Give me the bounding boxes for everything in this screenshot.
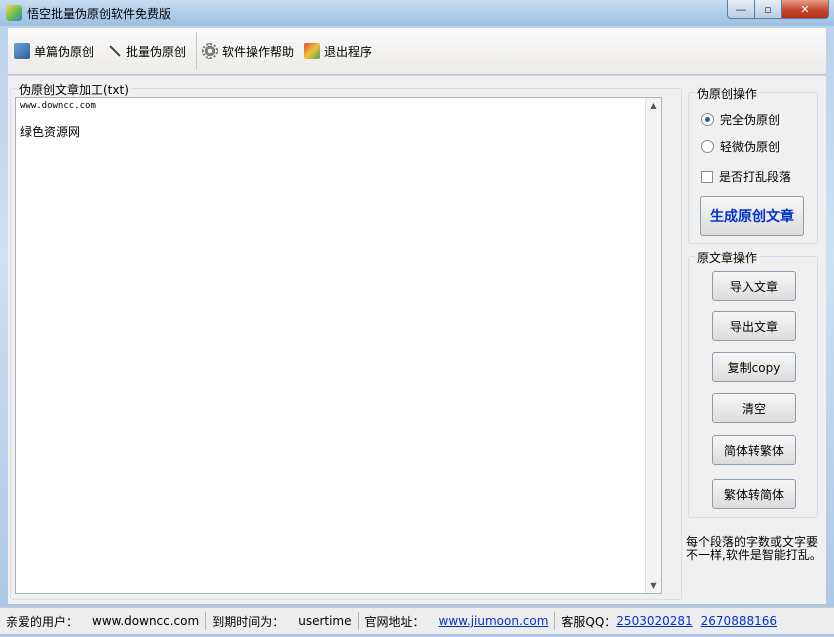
clear-button[interactable]: 清空 (712, 393, 796, 423)
single-rewrite-button[interactable]: 单篇伪原创 (14, 41, 94, 61)
radio-light-rewrite[interactable]: 轻微伪原创 (701, 138, 780, 155)
app-window: 悟空批量伪原创软件免费版 — ▫ ✕ 单篇伪原创 批量伪原创 软件操作帮助 退出… (0, 0, 834, 637)
pseudo-ops-title: 伪原创操作 (695, 85, 760, 102)
radio-light-label: 轻微伪原创 (720, 140, 781, 154)
minimize-button[interactable]: — (727, 0, 755, 19)
exit-button[interactable]: 退出程序 (304, 41, 372, 61)
user-value: www.downcc.com (92, 614, 200, 628)
copy-button[interactable]: 复制copy (712, 352, 796, 382)
close-button[interactable]: ✕ (781, 0, 829, 19)
article-textarea[interactable]: www.downcc.com 绿色资源网 ▲ ▼ (15, 97, 662, 594)
import-article-button[interactable]: 导入文章 (712, 271, 796, 301)
editor-group-title: 伪原创文章加工(txt) (17, 81, 131, 98)
batch-icon (106, 43, 122, 59)
batch-rewrite-button[interactable]: 批量伪原创 (106, 41, 186, 61)
batch-rewrite-label: 批量伪原创 (126, 44, 187, 59)
qq-link-1[interactable]: 2503020281 (616, 614, 692, 628)
expire-cell: 到期时间为： usertime (206, 612, 359, 630)
gear-icon (202, 43, 218, 59)
editor-scrollbar[interactable]: ▲ ▼ (645, 98, 661, 593)
shuffle-paragraphs-checkbox[interactable]: 是否打乱段落 (701, 168, 791, 185)
app-logo-icon (6, 5, 22, 21)
exit-icon (304, 43, 320, 59)
source-ops-title: 原文章操作 (695, 249, 760, 266)
official-site-link[interactable]: www.jiumoon.com (439, 614, 549, 628)
maximize-button[interactable]: ▫ (754, 0, 782, 19)
export-article-button[interactable]: 导出文章 (712, 311, 796, 341)
title-bar[interactable]: 悟空批量伪原创软件免费版 — ▫ ✕ (0, 0, 834, 26)
single-article-icon (14, 43, 30, 59)
generate-article-button[interactable]: 生成原创文章 (700, 196, 804, 236)
help-label: 软件操作帮助 (222, 44, 295, 59)
user-cell: 亲爱的用户： www.downcc.com (0, 612, 207, 630)
traditional-to-simplified-button[interactable]: 繁体转简体 (712, 479, 796, 509)
user-label: 亲爱的用户： (6, 614, 79, 629)
editor-line: www.downcc.com (20, 101, 96, 111)
source-ops-group: 原文章操作 导入文章 导出文章 复制copy 清空 简体转繁体 繁体转简体 (688, 249, 818, 518)
tip-text: 每个段落的字数或文字要不一样,软件是智能打乱。 (686, 535, 822, 562)
expire-value: usertime (298, 614, 352, 628)
site-label: 官网地址： (364, 614, 425, 629)
radio-full-label: 完全伪原创 (720, 113, 781, 127)
radio-full-rewrite[interactable]: 完全伪原创 (701, 111, 780, 128)
status-bar: 亲爱的用户： www.downcc.com 到期时间为： usertime 官网… (0, 607, 834, 634)
expire-label: 到期时间为： (212, 614, 285, 629)
checkbox-icon (701, 170, 713, 183)
shuffle-label: 是否打乱段落 (719, 170, 792, 184)
window-title: 悟空批量伪原创软件免费版 (27, 7, 172, 21)
toolbar-separator (196, 32, 197, 70)
simplified-to-traditional-button[interactable]: 简体转繁体 (712, 435, 796, 465)
scroll-down-icon[interactable]: ▼ (646, 578, 661, 593)
exit-label: 退出程序 (324, 44, 373, 59)
site-cell: 官网地址： www.jiumoon.com (359, 612, 556, 630)
radio-selected-icon (701, 113, 714, 126)
pseudo-ops-group: 伪原创操作 完全伪原创 轻微伪原创 是否打乱段落 生成原创文章 (688, 85, 818, 244)
toolbar: 单篇伪原创 批量伪原创 软件操作帮助 退出程序 (8, 28, 826, 75)
qq-label: 客服QQ： (561, 614, 617, 629)
qq-link-2[interactable]: 2670888166 (701, 614, 777, 628)
qq-cell: 客服QQ： 2503020281 2670888166 (555, 612, 783, 630)
editor-line: 绿色资源网 (20, 125, 81, 139)
client-area: 伪原创文章加工(txt) www.downcc.com 绿色资源网 ▲ ▼ 伪原… (8, 76, 826, 604)
editor-group: 伪原创文章加工(txt) www.downcc.com 绿色资源网 ▲ ▼ (10, 81, 682, 600)
radio-unselected-icon (701, 140, 714, 153)
single-rewrite-label: 单篇伪原创 (34, 44, 95, 59)
scroll-up-icon[interactable]: ▲ (646, 98, 661, 113)
help-button[interactable]: 软件操作帮助 (202, 41, 294, 61)
